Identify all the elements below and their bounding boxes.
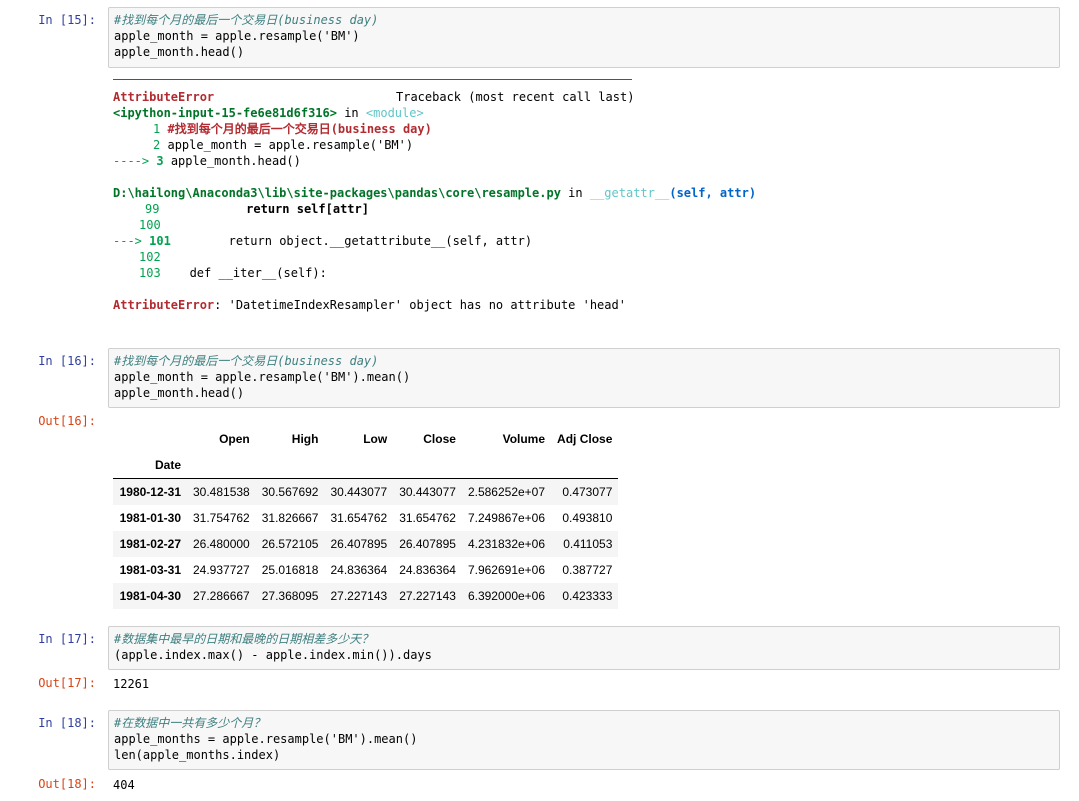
column-header: High: [291, 432, 319, 446]
table-row: 1980-12-31 30.481538 30.567692 30.443077 30…: [113, 478, 619, 505]
traceback-line: 103 def __iter__(self):: [139, 266, 327, 280]
traceback-line: 102: [139, 250, 161, 264]
traceback-line-current: ----> 3 apple_month.head(): [113, 154, 301, 168]
code-editor[interactable]: #数据集中最早的日期和最晚的日期相差多少天？ (apple.index.max(…: [109, 627, 1059, 667]
output-text: 404: [113, 778, 135, 792]
out-prompt-16: Out[16]:: [38, 414, 96, 428]
traceback-line: 99 return self[attr]: [145, 202, 369, 216]
table-row: 1981-04-30 27.286667 27.368095 27.227143 27…: [113, 583, 619, 609]
in-prompt-16: In [16]:: [38, 354, 96, 368]
column-header: Close: [423, 432, 456, 446]
out-prompt-17: Out[17]:: [38, 676, 96, 690]
traceback-line: 1 #找到每个月的最后一个交易日(business day): [153, 122, 432, 136]
traceback-header: AttributeError Traceback (most recent cal…: [113, 90, 635, 104]
code-comment: #找到每个月的最后一个交易日(business day): [114, 13, 379, 27]
traceback-line-current: ---> 101 return object.__getattribute__(…: [113, 234, 533, 248]
code-editor[interactable]: #找到每个月的最后一个交易日(business day) apple_month…: [109, 8, 1059, 64]
index-name: Date: [113, 452, 187, 479]
output-text: 12261: [113, 677, 150, 691]
code-editor[interactable]: #找到每个月的最后一个交易日(business day) apple_month…: [109, 349, 1059, 405]
traceback-location: <ipython-input-15-fe6e81d6f316> in <modu…: [113, 106, 424, 120]
in-prompt-17: In [17]:: [38, 632, 96, 646]
traceback-error-message: AttributeError: 'DatetimeIndexResampler'…: [113, 298, 626, 312]
code-cell-17[interactable]: #数据集中最早的日期和最晚的日期相差多少天？ (apple.index.max(…: [108, 626, 1060, 670]
code-line: apple_month = apple.resample('BM'): [114, 29, 360, 43]
code-cell-16[interactable]: #找到每个月的最后一个交易日(business day) apple_month…: [108, 348, 1060, 408]
table-row: 1981-02-27 26.480000 26.572105 26.407895 26…: [113, 531, 619, 557]
dataframe-table: Open High Low Close Volume Adj Close Dat…: [113, 426, 619, 609]
code-line: apple_month.head(): [114, 45, 245, 59]
code-cell-15[interactable]: #找到每个月的最后一个交易日(business day) apple_month…: [108, 7, 1060, 68]
traceback-line: 2 apple_month = apple.resample('BM'): [153, 138, 414, 152]
traceback-separator: [113, 79, 632, 80]
column-header: Low: [363, 432, 388, 446]
code-editor[interactable]: #在数据中一共有多少个月？ apple_months = apple.resam…: [109, 711, 1059, 767]
in-prompt-18: In [18]:: [38, 716, 96, 730]
table-row: 1981-01-30 31.754762 31.826667 31.654762 31…: [119, 511, 613, 525]
column-header: Adj Close: [557, 432, 613, 446]
column-header: Volume: [502, 432, 546, 446]
column-header: Open: [219, 432, 250, 446]
code-cell-18[interactable]: #在数据中一共有多少个月？ apple_months = apple.resam…: [108, 710, 1060, 770]
table-row: 1981-03-31 24.937727 25.016818 24.836364 24…: [119, 563, 613, 577]
out-prompt-18: Out[18]:: [38, 777, 96, 791]
traceback-file: D:\hailong\Anaconda3\lib\site-packages\p…: [113, 186, 757, 200]
traceback-line: 100: [139, 218, 161, 232]
in-prompt-15: In [15]:: [38, 13, 96, 27]
